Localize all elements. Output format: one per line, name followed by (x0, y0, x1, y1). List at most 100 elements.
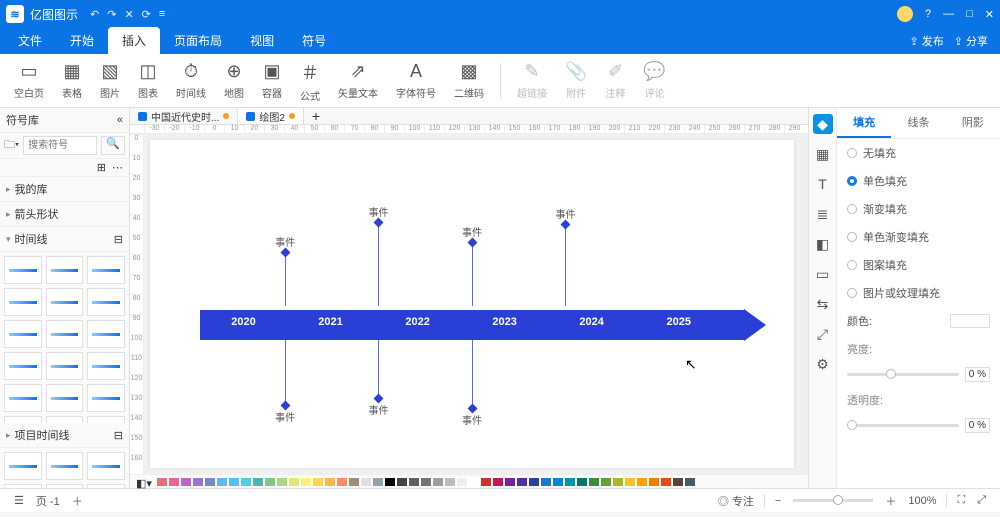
color-swatch[interactable] (180, 477, 192, 487)
panel-tab-填充[interactable]: 填充 (837, 108, 891, 138)
menu-icon[interactable]: ≡ (159, 8, 165, 21)
color-swatch[interactable] (336, 477, 348, 487)
event-bottom[interactable]: 事件 (369, 340, 389, 417)
color-swatch[interactable] (600, 477, 612, 487)
event-bottom[interactable]: 事件 (275, 340, 295, 424)
color-swatch[interactable] (588, 477, 600, 487)
color-swatch[interactable] (660, 477, 672, 487)
theme-picker-icon[interactable]: ◧▾ (136, 477, 152, 486)
panel-tab-阴影[interactable]: 阴影 (946, 108, 1000, 138)
side-tool-0[interactable]: ◆ (813, 114, 833, 134)
shape-thumb[interactable] (46, 352, 84, 380)
color-swatch[interactable] (528, 477, 540, 487)
fill-option[interactable]: 图片或纹理填充 (837, 279, 1000, 307)
doc-tab-0[interactable]: 中国近代史时... (130, 108, 238, 124)
side-tool-7[interactable]: ⤢ (813, 324, 833, 344)
shape-thumb[interactable] (46, 484, 84, 488)
brightness-slider[interactable] (847, 373, 959, 376)
minimize-button[interactable]: — (943, 8, 954, 20)
menu-tab-2[interactable]: 插入 (108, 27, 160, 54)
shape-thumb[interactable] (87, 452, 125, 480)
color-swatch[interactable] (396, 477, 408, 487)
menubar-action[interactable]: ⇪ 发布 (909, 33, 943, 49)
shape-thumb[interactable] (4, 452, 42, 480)
add-page-button[interactable]: ＋ (66, 493, 89, 509)
search-button[interactable]: 🔍 (101, 136, 125, 155)
ribbon-图表[interactable]: ◫图表 (132, 59, 164, 102)
search-input[interactable] (23, 136, 97, 155)
color-swatch[interactable] (264, 477, 276, 487)
menu-tab-0[interactable]: 文件 (4, 27, 56, 54)
shape-thumb[interactable] (87, 484, 125, 488)
side-tool-6[interactable]: ⇆ (813, 294, 833, 314)
ribbon-地图[interactable]: ⊕地图 (218, 59, 250, 102)
shape-thumb[interactable] (46, 384, 84, 412)
shape-thumb[interactable] (46, 452, 84, 480)
zoom-in-button[interactable]: ＋ (879, 493, 902, 509)
focus-button[interactable]: ◎ 专注 (712, 493, 760, 509)
shape-thumb[interactable] (4, 288, 42, 316)
shape-thumb[interactable] (87, 416, 125, 423)
help-icon[interactable]: ? (925, 8, 931, 20)
page-button[interactable]: 页 -1 (30, 493, 66, 509)
maximize-button[interactable]: □ (966, 8, 973, 20)
color-swatch[interactable] (420, 477, 432, 487)
cat-timeline[interactable]: 时间线⊟ (0, 227, 129, 252)
side-tool-3[interactable]: ≣ (813, 204, 833, 224)
props-icon[interactable]: ☰ (8, 494, 30, 507)
shape-thumb[interactable] (87, 288, 125, 316)
avatar[interactable] (897, 6, 913, 22)
cat-arrows[interactable]: 箭头形状 (0, 202, 129, 227)
ribbon-图片[interactable]: ▧图片 (94, 59, 126, 102)
color-swatch[interactable] (204, 477, 216, 487)
color-swatch[interactable] (672, 477, 684, 487)
color-swatch[interactable] (492, 477, 504, 487)
side-tool-4[interactable]: ◧ (813, 234, 833, 254)
event-top[interactable]: 事件 (369, 204, 389, 306)
zoom-out-button[interactable]: − (769, 495, 787, 507)
color-swatch[interactable] (552, 477, 564, 487)
collapse-icon[interactable]: « (117, 114, 123, 126)
color-swatch[interactable] (564, 477, 576, 487)
panel-tab-线条[interactable]: 线条 (891, 108, 945, 138)
shape-thumb[interactable] (87, 352, 125, 380)
shape-thumb[interactable] (4, 416, 42, 423)
color-swatch[interactable] (456, 477, 468, 487)
shape-thumb[interactable] (46, 288, 84, 316)
ribbon-表格[interactable]: ▦表格 (56, 59, 88, 102)
color-swatch[interactable] (312, 477, 324, 487)
side-tool-5[interactable]: ▭ (813, 264, 833, 284)
close-window-button[interactable]: ✕ (985, 8, 994, 21)
color-swatch[interactable] (408, 477, 420, 487)
menu-tab-1[interactable]: 开始 (56, 27, 108, 54)
color-swatch[interactable] (636, 477, 648, 487)
color-swatch[interactable] (192, 477, 204, 487)
event-top[interactable]: 事件 (555, 206, 575, 306)
color-swatch[interactable] (324, 477, 336, 487)
side-tool-2[interactable]: T (813, 174, 833, 194)
redo-icon[interactable]: ↷ (107, 8, 116, 21)
color-swatch[interactable] (516, 477, 528, 487)
menu-tab-4[interactable]: 视图 (236, 27, 288, 54)
color-swatch[interactable] (540, 477, 552, 487)
event-top[interactable]: 事件 (462, 224, 482, 306)
ribbon-二维码[interactable]: ▩二维码 (448, 59, 490, 102)
shape-thumb[interactable] (46, 256, 84, 284)
color-swatch[interactable] (684, 477, 696, 487)
fill-option[interactable]: 单色填充 (837, 167, 1000, 195)
color-swatch[interactable] (240, 477, 252, 487)
menu-tab-5[interactable]: 符号 (288, 27, 340, 54)
color-swatch[interactable] (372, 477, 384, 487)
doc-tab-1[interactable]: 绘图2 (238, 108, 304, 124)
event-top[interactable]: 事件 (275, 234, 295, 306)
color-swatch[interactable] (480, 477, 492, 487)
color-swatch[interactable] (252, 477, 264, 487)
color-swatch[interactable] (612, 477, 624, 487)
fit-icon[interactable]: ⛶ (951, 494, 971, 507)
ribbon-时间线[interactable]: ⏱时间线 (170, 59, 212, 102)
undo-icon[interactable]: ↶ (90, 8, 99, 21)
shape-thumb[interactable] (4, 256, 42, 284)
fullscreen-icon[interactable]: ⤢ (971, 494, 992, 507)
opacity-value[interactable]: 0 % (965, 418, 990, 433)
color-swatch[interactable] (360, 477, 372, 487)
